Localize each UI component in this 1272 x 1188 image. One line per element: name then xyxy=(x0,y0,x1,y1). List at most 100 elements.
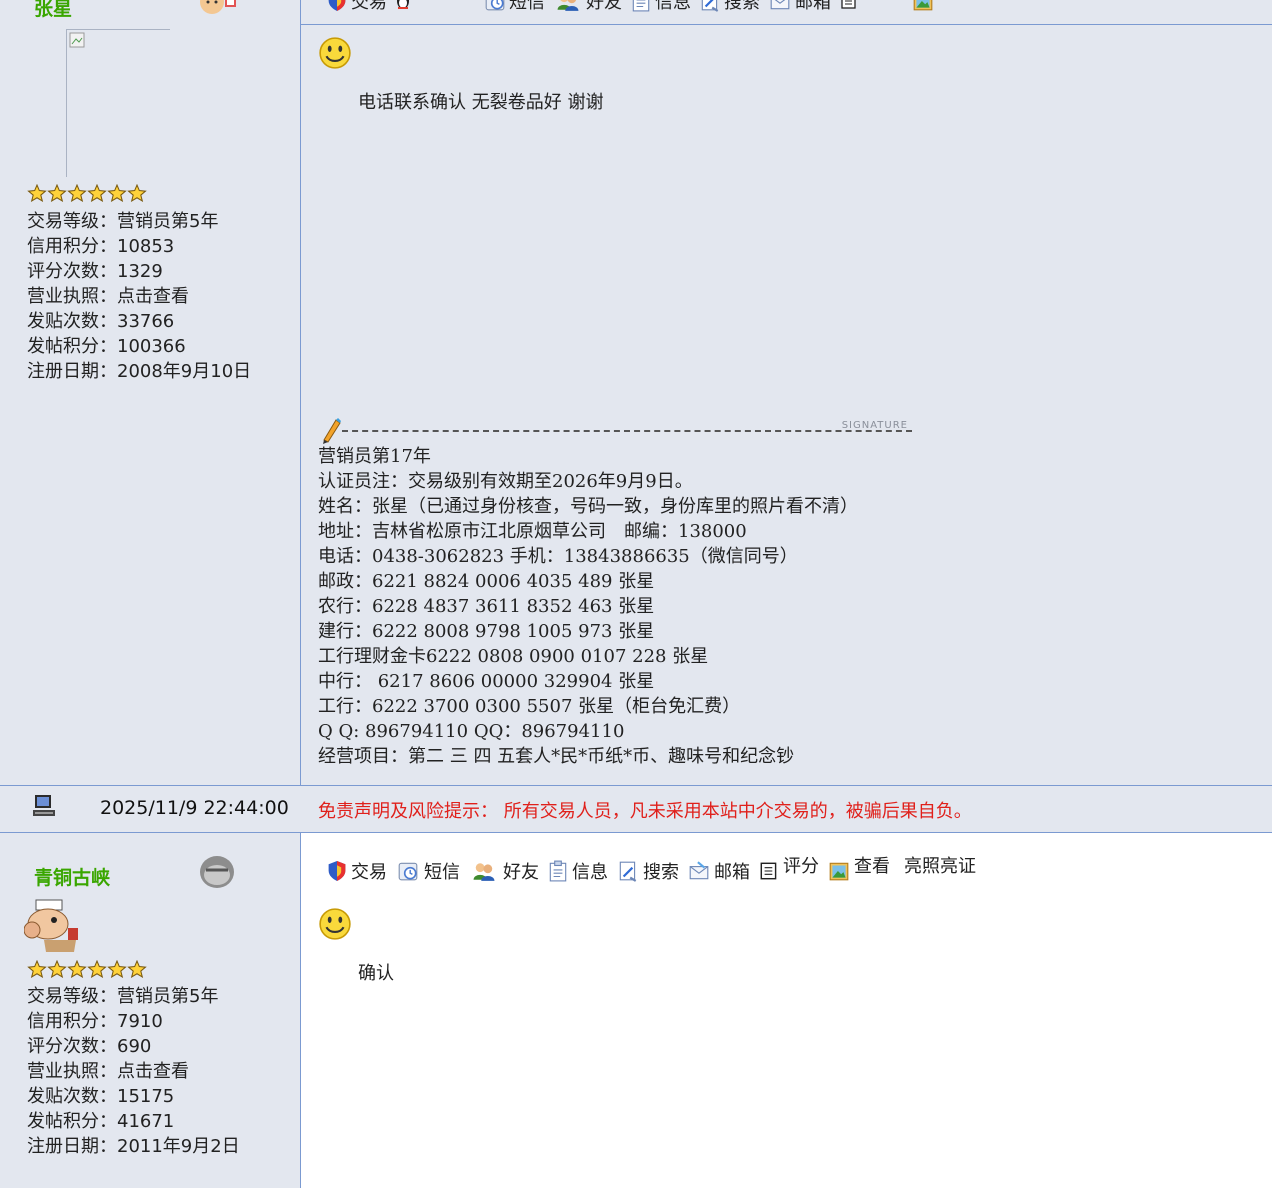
signature-line: 经营项目：第二 三 四 五套人*民*币纸*币、趣味号和纪念钞 xyxy=(318,746,795,767)
signature-line: 姓名：张星（已通过身份核查，号码一致，身份库里的照片看不清） xyxy=(318,496,858,517)
document-icon xyxy=(841,0,856,9)
shield-icon xyxy=(328,861,346,881)
stat-row: 信用积分：10853 xyxy=(27,236,175,257)
star-icon xyxy=(107,184,127,202)
signature-line: 工行理财金卡6222 0808 0900 0107 228 张星 xyxy=(318,646,709,667)
info-button[interactable]: 信息 xyxy=(547,858,608,884)
stat-row: 信用积分：7910 xyxy=(27,1011,163,1032)
user-face-icon xyxy=(200,856,234,888)
rank-stars xyxy=(27,184,147,202)
star-icon xyxy=(47,184,67,202)
signature-line: 农行：6228 4837 3611 8352 463 张星 xyxy=(318,596,655,617)
user-face-icon xyxy=(198,0,236,22)
author-name[interactable]: 张星 xyxy=(34,0,72,21)
stat-row: 评分次数：1329 xyxy=(27,261,163,282)
signature-line: 地址：吉林省松原市江北原烟草公司 邮编：138000 xyxy=(318,521,747,542)
clipboard-icon xyxy=(549,860,567,882)
star-icon xyxy=(67,184,87,202)
sms-button[interactable]: 短信 xyxy=(484,0,545,14)
star-icon xyxy=(87,960,107,978)
toolbar-underline-1 xyxy=(300,24,1272,25)
signature-block: 营销员第17年 认证员注：交易级别有效期至2026年9月9日。 姓名：张星（已通… xyxy=(318,444,858,769)
search-icon xyxy=(619,861,637,882)
info-button[interactable]: 信息 xyxy=(630,0,691,14)
signature-divider: SIGNATURE xyxy=(320,416,912,444)
search-button[interactable]: 搜索 xyxy=(616,858,679,884)
post-message: 电话联系确认 无裂卷品好 谢谢 xyxy=(358,92,604,113)
view-button[interactable] xyxy=(912,0,937,12)
stat-row: 发贴次数：15175 xyxy=(27,1086,175,1107)
license-link[interactable]: 点击查看 xyxy=(117,286,189,307)
mail-icon xyxy=(770,0,790,10)
signature-line: 邮政：6221 8824 0006 4035 489 张星 xyxy=(318,571,655,592)
friends-icon xyxy=(557,0,579,11)
star-icon xyxy=(128,960,146,978)
signature-line: Q Q: 896794110 QQ：896794110 xyxy=(318,721,625,742)
signature-tag: SIGNATURE xyxy=(841,420,908,431)
stat-row: 注册日期：2011年9月2日 xyxy=(27,1136,240,1157)
view-button[interactable]: 查看 xyxy=(827,856,896,884)
license-link[interactable]: 点击查看 xyxy=(117,1061,189,1082)
rate-button[interactable] xyxy=(839,0,862,11)
signature-line: 电话：0438-3062823 手机：13843886635（微信同号） xyxy=(318,546,798,567)
trade-button[interactable]: 交易 xyxy=(326,858,387,884)
pencil-icon xyxy=(323,418,341,444)
star-icon xyxy=(128,184,146,202)
rank-stars xyxy=(27,960,147,978)
qq-penguin-icon xyxy=(397,0,409,9)
sms-icon xyxy=(398,862,418,881)
document-icon xyxy=(760,862,777,880)
search-button[interactable]: 搜索 xyxy=(699,0,760,14)
star-icon xyxy=(67,960,87,978)
smile-icon xyxy=(319,37,351,69)
rate-button[interactable]: 评分 xyxy=(758,856,819,884)
picture-icon xyxy=(829,862,849,881)
post-message: 确认 xyxy=(358,963,394,984)
stat-row: 发帖积分：100366 xyxy=(27,336,186,357)
avatar xyxy=(24,899,78,952)
star-icon xyxy=(107,960,127,978)
picture-icon xyxy=(913,0,933,11)
broken-image-icon xyxy=(69,32,85,48)
sms-button[interactable]: 短信 xyxy=(395,858,460,884)
sms-icon xyxy=(485,0,505,11)
stat-row: 交易等级：营销员第5年 xyxy=(27,211,219,232)
clipboard-icon xyxy=(632,0,650,12)
shield-icon xyxy=(328,0,346,11)
star-icon xyxy=(27,960,47,978)
friends-icon xyxy=(473,863,495,881)
mailbox-button[interactable]: 邮箱 xyxy=(768,0,831,14)
trade-button[interactable]: 交易 xyxy=(326,0,387,14)
friend-button[interactable]: 好友 xyxy=(468,858,539,884)
computer-icon xyxy=(33,795,55,816)
disclaimer-text: 免责声明及风险提示： 所有交易人员，凡未采用本站中介交易的，被骗后果自负。 xyxy=(318,801,972,822)
signature-line: 建行：6222 8008 9798 1005 973 张星 xyxy=(318,621,655,642)
mailbox-button[interactable]: 邮箱 xyxy=(687,858,750,884)
signature-line: 中行： 6217 8606 00000 329904 张星 xyxy=(318,671,655,692)
star-icon xyxy=(47,960,67,978)
qq-button[interactable] xyxy=(395,0,414,11)
author-name[interactable]: 青铜古峡 xyxy=(34,863,110,890)
mail-icon xyxy=(689,861,709,880)
stat-row: 交易等级：营销员第5年 xyxy=(27,986,219,1007)
license-button[interactable]: 亮照亮证 xyxy=(904,852,976,878)
avatar xyxy=(66,29,170,177)
stat-row: 营业执照：点击查看 xyxy=(27,1061,189,1082)
friend-button[interactable]: 好友 xyxy=(553,0,622,14)
star-icon xyxy=(87,184,107,202)
stat-row: 评分次数：690 xyxy=(27,1036,152,1057)
smile-icon xyxy=(319,908,351,940)
post-toolbar: 交易 短信 好友 信息 搜索 邮箱 xyxy=(326,0,945,14)
author-stats: 交易等级：营销员第5年 信用积分：10853 评分次数：1329 营业执照：点击… xyxy=(27,209,251,384)
post-timestamp: 2025/11/9 22:44:00 xyxy=(100,797,289,819)
stat-row: 注册日期：2008年9月10日 xyxy=(27,361,252,382)
star-icon xyxy=(27,184,47,202)
stat-row: 营业执照：点击查看 xyxy=(27,286,189,307)
signature-line: 工行：6222 3700 0300 5507 张星（柜台免汇费） xyxy=(318,696,741,717)
post-2-content-bg xyxy=(301,833,1272,1188)
post-toolbar: 交易 短信 好友 信息 搜索 邮箱 评分 查看 亮照亮证 xyxy=(326,856,984,884)
stat-row: 发贴次数：33766 xyxy=(27,311,175,332)
author-stats: 交易等级：营销员第5年 信用积分：7910 评分次数：690 营业执照：点击查看… xyxy=(27,984,240,1159)
stat-row: 发帖积分：41671 xyxy=(27,1111,175,1132)
signature-line: 认证员注：交易级别有效期至2026年9月9日。 xyxy=(318,471,693,492)
